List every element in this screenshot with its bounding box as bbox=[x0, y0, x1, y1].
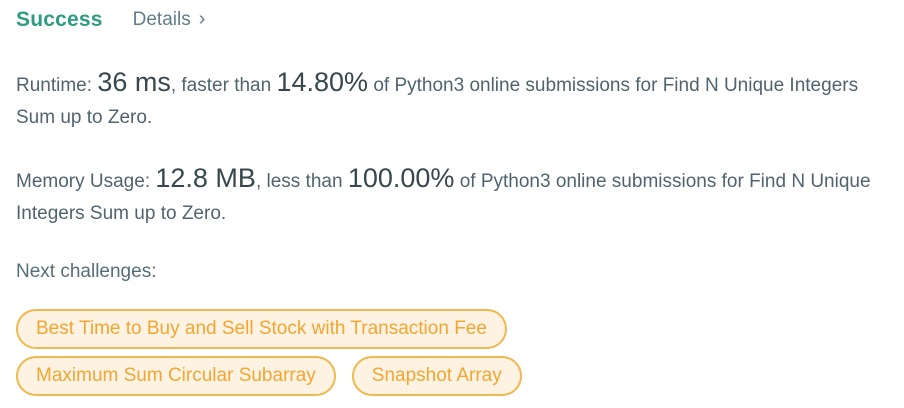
challenge-chip[interactable]: Best Time to Buy and Sell Stock with Tra… bbox=[16, 309, 507, 349]
challenge-row: Best Time to Buy and Sell Stock with Tra… bbox=[16, 309, 896, 349]
runtime-label: Runtime: bbox=[16, 75, 98, 96]
memory-stat: Memory Usage: 12.8 MB, less than 100.00%… bbox=[16, 162, 886, 230]
details-link[interactable]: Details › bbox=[133, 9, 206, 31]
runtime-comparison: , faster than bbox=[170, 75, 277, 96]
runtime-value: 36 ms bbox=[97, 67, 171, 97]
challenge-chip[interactable]: Snapshot Array bbox=[351, 356, 522, 396]
status-label: Success bbox=[16, 8, 103, 31]
challenge-chip[interactable]: Maximum Sum Circular Subarray bbox=[16, 356, 336, 396]
runtime-percent: 14.80% bbox=[276, 67, 369, 97]
challenge-row: Maximum Sum Circular Subarray Snapshot A… bbox=[16, 356, 896, 396]
next-challenges-list: Best Time to Buy and Sell Stock with Tra… bbox=[16, 309, 896, 403]
memory-value: 12.8 MB bbox=[155, 163, 256, 193]
runtime-stat: Runtime: 36 ms, faster than 14.80% of Py… bbox=[16, 66, 886, 134]
memory-label: Memory Usage: bbox=[16, 171, 156, 192]
memory-percent: 100.00% bbox=[347, 163, 455, 193]
result-header: Success Details › bbox=[16, 6, 205, 34]
submission-result: Success Details › Runtime: 36 ms, faster… bbox=[0, 0, 904, 408]
details-label: Details bbox=[132, 9, 191, 30]
next-challenges-label: Next challenges: bbox=[16, 261, 157, 282]
chevron-right-icon: › bbox=[198, 8, 206, 30]
memory-comparison: , less than bbox=[255, 171, 348, 192]
